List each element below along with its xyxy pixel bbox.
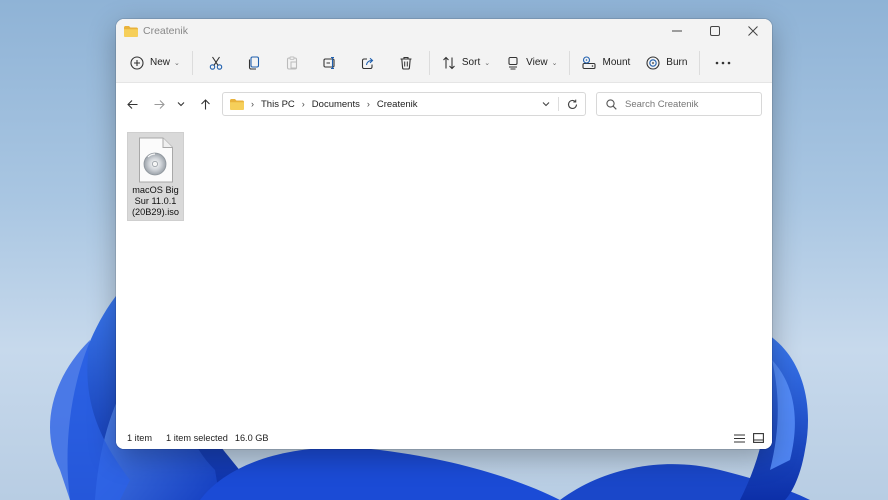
forward-button[interactable] xyxy=(147,92,171,116)
selection-size: 16.0 GB xyxy=(234,433,269,443)
arrow-left-icon xyxy=(126,99,137,109)
chevron-right-icon: › xyxy=(251,99,254,109)
sort-button-label: Sort xyxy=(461,57,481,68)
details-view-button[interactable] xyxy=(731,430,747,446)
window-controls xyxy=(658,19,772,43)
new-button[interactable]: New ⌄ xyxy=(122,48,188,78)
address-history-button[interactable] xyxy=(534,101,558,107)
folder-icon xyxy=(230,98,244,110)
refresh-button[interactable] xyxy=(559,99,585,110)
plus-circle-icon xyxy=(130,55,144,70)
address-bar-actions xyxy=(534,93,585,115)
view-switcher xyxy=(728,430,766,446)
more-icon xyxy=(716,61,731,64)
navigation-row: › This PC › Documents › Createnik Search… xyxy=(116,83,772,126)
back-button[interactable] xyxy=(120,92,144,116)
chevron-down-icon: ⌄ xyxy=(551,59,558,67)
file-name-line: (20B29).iso xyxy=(132,207,179,217)
chevron-right-icon: › xyxy=(366,99,370,109)
view-icon xyxy=(508,56,518,70)
copy-button[interactable] xyxy=(235,48,273,78)
share-icon xyxy=(361,57,374,69)
minimize-icon xyxy=(672,30,682,32)
file-name-line: Sur 11.0.1 xyxy=(134,196,177,206)
selection-count: 1 item selected xyxy=(166,433,228,443)
minimize-button[interactable] xyxy=(658,19,696,43)
view-button-label: View xyxy=(526,57,548,68)
search-box[interactable]: Search Createnik xyxy=(596,92,762,116)
title-bar: Createnik xyxy=(116,19,772,43)
chevron-down-icon xyxy=(177,102,185,107)
view-button[interactable]: View ⌄ xyxy=(498,48,565,78)
rename-icon xyxy=(323,56,335,69)
scissors-icon xyxy=(209,56,223,70)
breadcrumb-createnik[interactable]: Createnik xyxy=(377,99,418,110)
clipboard-icon xyxy=(286,56,297,70)
trash-icon xyxy=(400,56,412,70)
new-button-label: New xyxy=(150,57,171,68)
command-bar: New ⌄ Sort ⌄ View ⌄ Mount Burn xyxy=(116,43,772,83)
toolbar-divider xyxy=(569,50,571,75)
maximize-icon xyxy=(710,26,720,36)
tiles-view-icon xyxy=(752,433,764,443)
cut-button[interactable] xyxy=(197,48,235,78)
chevron-down-icon xyxy=(542,102,550,107)
mount-button-label: Mount xyxy=(602,57,631,68)
file-explorer-window: Createnik New ⌄ Sort ⌄ View ⌄ Mount Burn… xyxy=(116,19,772,449)
mount-button[interactable]: Mount xyxy=(574,48,638,78)
copy-icon xyxy=(248,55,259,70)
paste-button[interactable] xyxy=(273,48,311,78)
search-placeholder: Search Createnik xyxy=(625,98,699,110)
arrow-right-icon xyxy=(154,99,165,109)
search-icon xyxy=(606,98,617,110)
disc-image-icon xyxy=(138,137,173,183)
sort-button[interactable]: Sort ⌄ xyxy=(434,48,498,78)
breadcrumb-documents[interactable]: Documents xyxy=(312,99,360,110)
item-count: 1 item xyxy=(127,433,153,443)
sort-icon xyxy=(443,56,455,69)
file-list-area[interactable]: macOS Big Sur 11.0.1 (20B29).iso xyxy=(116,125,772,427)
close-button[interactable] xyxy=(734,19,772,43)
window-title: Createnik xyxy=(143,25,188,37)
address-bar[interactable]: › This PC › Documents › Createnik xyxy=(222,92,586,116)
chevron-down-icon: ⌄ xyxy=(484,59,491,67)
status-bar: 1 item 1 item selected 16.0 GB xyxy=(116,427,772,449)
folder-icon xyxy=(124,25,138,37)
toolbar-divider xyxy=(191,50,193,75)
refresh-icon xyxy=(567,99,577,109)
file-item-macos-iso[interactable]: macOS Big Sur 11.0.1 (20B29).iso xyxy=(127,132,184,221)
chevron-down-icon: ⌄ xyxy=(174,59,180,67)
share-button[interactable] xyxy=(349,48,387,78)
breadcrumb-this-pc[interactable]: This PC xyxy=(261,99,295,110)
more-options-button[interactable] xyxy=(704,48,742,78)
file-name-label: macOS Big Sur 11.0.1 (20B29).iso xyxy=(129,185,183,218)
recent-locations-button[interactable] xyxy=(171,92,191,116)
up-button[interactable] xyxy=(193,92,217,116)
toolbar-divider xyxy=(699,50,701,75)
mount-drive-icon xyxy=(582,55,597,69)
burn-disc-icon xyxy=(646,55,660,70)
close-icon xyxy=(748,26,758,36)
maximize-button[interactable] xyxy=(696,19,734,43)
delete-button[interactable] xyxy=(387,48,425,78)
toolbar-divider xyxy=(428,50,430,75)
burn-button[interactable]: Burn xyxy=(638,48,695,78)
rename-button[interactable] xyxy=(311,48,349,78)
chevron-right-icon: › xyxy=(301,99,305,109)
burn-button-label: Burn xyxy=(666,57,688,68)
arrow-up-icon xyxy=(200,98,210,109)
details-view-icon xyxy=(733,433,745,443)
file-name-line: macOS Big xyxy=(132,185,179,195)
tiles-view-button[interactable] xyxy=(750,430,766,446)
